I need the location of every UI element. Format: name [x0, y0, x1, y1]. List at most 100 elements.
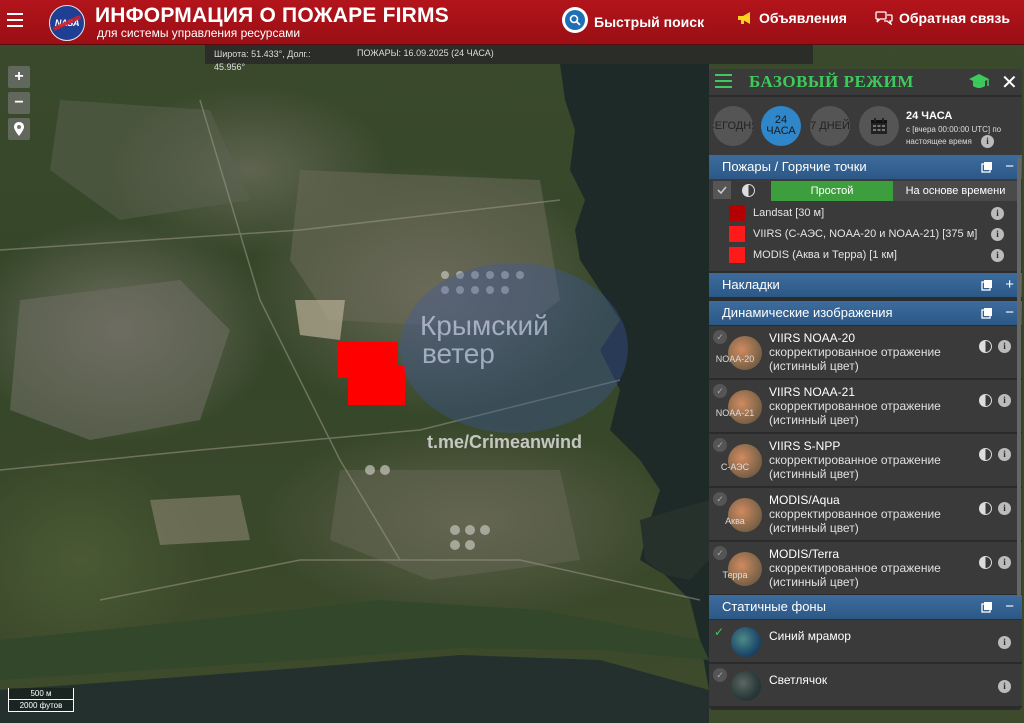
24h-button[interactable]: 24 ЧАСА — [761, 106, 801, 146]
sensor-swatch — [729, 247, 745, 263]
layer-thumbnail — [728, 498, 762, 532]
panel-menu-icon[interactable] — [715, 74, 732, 92]
layer-modis-terra[interactable]: ✓ Терра MODIS/Terra скорректированное отр… — [709, 542, 1022, 595]
announcements-button[interactable]: Объявления — [737, 10, 847, 26]
sensor-label: MODIS (Аква и Терра) [1 км] — [753, 249, 897, 261]
sensor-swatch — [729, 226, 745, 242]
close-icon[interactable]: ✕ — [1001, 70, 1018, 95]
location-pin-icon — [14, 122, 24, 136]
info-icon[interactable]: i — [998, 502, 1011, 515]
info-icon[interactable]: i — [991, 249, 1004, 262]
feedback-label: Обратная связь — [899, 10, 1010, 26]
panel-scrollbar[interactable] — [1017, 157, 1021, 597]
time-info-icon[interactable]: i — [981, 135, 994, 148]
layer-check-icon[interactable]: ✓ — [713, 438, 727, 452]
locate-button[interactable] — [8, 118, 30, 140]
info-icon[interactable]: i — [998, 556, 1011, 569]
layer-viirs-noaa20[interactable]: ✓ NOAA-20 VIIRS NOAA-20 скорректированное… — [709, 326, 1022, 379]
collapse-icon[interactable]: − — [1005, 155, 1014, 179]
panel-header: БАЗОВЫЙ РЕЖИМ ✕ — [709, 69, 1022, 95]
layer-thumb-label: Аква — [725, 516, 745, 526]
layer-viirs-noaa21[interactable]: ✓ NOAA-21 VIIRS NOAA-21 скорректированное… — [709, 380, 1022, 433]
fire-hotspot[interactable] — [348, 366, 405, 405]
contrast-toggle[interactable] — [739, 181, 757, 199]
feedback-button[interactable]: Обратная связь — [875, 10, 1010, 26]
time-range-selector: СЕГОДНЯ 24 ЧАСА 7 ДНЕЙ 24 ЧАСА с [вчера … — [709, 97, 1022, 157]
info-icon[interactable]: i — [991, 228, 1004, 241]
menu-icon[interactable] — [7, 13, 23, 29]
calendar-button[interactable] — [859, 106, 899, 146]
today-button[interactable]: СЕГОДНЯ — [713, 106, 753, 146]
watermark-link: t.me/Crimeanwind — [427, 432, 583, 452]
zoom-in-button[interactable]: + — [8, 66, 30, 88]
sensor-viirs[interactable]: VIIRS (С-АЭС, NOAA-20 и NOAA-21) [375 м] — [729, 224, 977, 244]
watermark-line2: ветер — [422, 338, 495, 369]
info-icon[interactable]: i — [991, 207, 1004, 220]
sensor-swatch — [729, 205, 745, 221]
info-icon[interactable]: i — [998, 636, 1011, 649]
sensor-label: Landsat [30 м] — [753, 207, 825, 219]
sensor-label: VIIRS (С-АЭС, NOAA-20 и NOAA-21) [375 м] — [753, 228, 978, 240]
layer-check-icon[interactable]: ✓ — [713, 384, 727, 398]
time-range-label: 24 ЧАСА — [906, 110, 953, 122]
expand-icon[interactable]: + — [1005, 273, 1014, 297]
quick-search-button[interactable]: Быстрый поиск — [562, 7, 705, 33]
zoom-controls: + − — [8, 66, 30, 144]
static-section-header[interactable]: Статичные фоны − — [709, 595, 1022, 619]
contrast-icon[interactable] — [979, 502, 992, 515]
tab-simple[interactable]: Простой — [771, 181, 893, 201]
app-title: ИНФОРМАЦИЯ О ПОЖАРЕ FIRMS — [95, 4, 449, 27]
layer-thumbnail — [728, 390, 762, 424]
contrast-icon[interactable] — [979, 556, 992, 569]
popout-icon[interactable] — [981, 161, 993, 173]
info-icon[interactable]: i — [998, 448, 1011, 461]
layer-text: VIIRS NOAA-20 скорректированное отражение… — [769, 331, 941, 373]
sensor-modis[interactable]: MODIS (Аква и Терра) [1 км] — [729, 245, 897, 265]
overlays-section-header[interactable]: Накладки + — [709, 273, 1022, 297]
layer-check-icon[interactable]: ✓ — [713, 330, 727, 344]
nasa-logo[interactable]: NASA — [49, 5, 85, 41]
check-icon[interactable] — [713, 181, 731, 199]
contrast-icon[interactable] — [979, 340, 992, 353]
fires-section-title: Пожары / Горячие точки — [722, 159, 867, 174]
layer-thumbnail — [728, 444, 762, 478]
graduation-cap-icon[interactable] — [968, 73, 990, 91]
layer-viirs-snpp[interactable]: ✓ С-АЭС VIIRS S-NPP скорректированное отр… — [709, 434, 1022, 487]
quick-search-label: Быстрый поиск — [594, 13, 705, 30]
layer-thumbnail — [728, 552, 762, 586]
layer-thumb-label: С-АЭС — [720, 462, 750, 472]
layer-check-icon[interactable]: ✓ — [713, 492, 727, 506]
sensor-landsat[interactable]: Landsat [30 м] — [729, 203, 824, 223]
layer-text: MODIS/Terra скорректированное отражение (… — [769, 547, 941, 589]
info-icon[interactable]: i — [998, 394, 1011, 407]
bg-layer-firefly[interactable]: ✓ Светлячок i — [709, 664, 1022, 707]
layer-check-icon[interactable]: ✓ — [713, 668, 727, 682]
popout-icon[interactable] — [981, 601, 993, 613]
zoom-out-button[interactable]: − — [8, 92, 30, 114]
panel-title: БАЗОВЫЙ РЕЖИМ — [749, 72, 914, 91]
layer-thumb-label: NOAA-21 — [715, 408, 755, 418]
app-subtitle: для системы управления ресурсами — [97, 26, 301, 40]
announcements-label: Объявления — [759, 10, 847, 26]
tab-time-based[interactable]: На основе времени — [893, 181, 1018, 201]
coordinate-bar: Широта: 51.433°, Долг.: 45.956° ПОЖАРЫ: … — [205, 45, 813, 72]
dynamic-section-header[interactable]: Динамические изображения − — [709, 301, 1022, 325]
collapse-icon[interactable]: − — [1005, 595, 1014, 619]
contrast-icon[interactable] — [979, 394, 992, 407]
sensor-list: Landsat [30 м] i VIIRS (С-АЭС, NOAA-20 и… — [709, 201, 1022, 271]
layer-check-icon[interactable]: ✓ — [713, 546, 727, 560]
layer-modis-aqua[interactable]: ✓ Аква MODIS/Aqua скорректированное отраж… — [709, 488, 1022, 541]
calendar-icon — [871, 118, 887, 134]
fires-section-header[interactable]: Пожары / Горячие точки − — [709, 155, 1022, 179]
layer-thumbnail — [728, 336, 762, 370]
info-icon[interactable]: i — [998, 680, 1011, 693]
bg-layer-name: Синий мрамор — [769, 629, 851, 643]
contrast-icon[interactable] — [979, 448, 992, 461]
7days-button[interactable]: 7 ДНЕЙ — [810, 106, 850, 146]
info-icon[interactable]: i — [998, 340, 1011, 353]
popout-icon[interactable] — [981, 307, 993, 319]
popout-icon[interactable] — [981, 279, 993, 291]
overlays-section-title: Накладки — [722, 277, 780, 292]
bg-layer-blue-marble[interactable]: ✓ Синий мрамор i — [709, 620, 1022, 663]
collapse-icon[interactable]: − — [1005, 301, 1014, 325]
